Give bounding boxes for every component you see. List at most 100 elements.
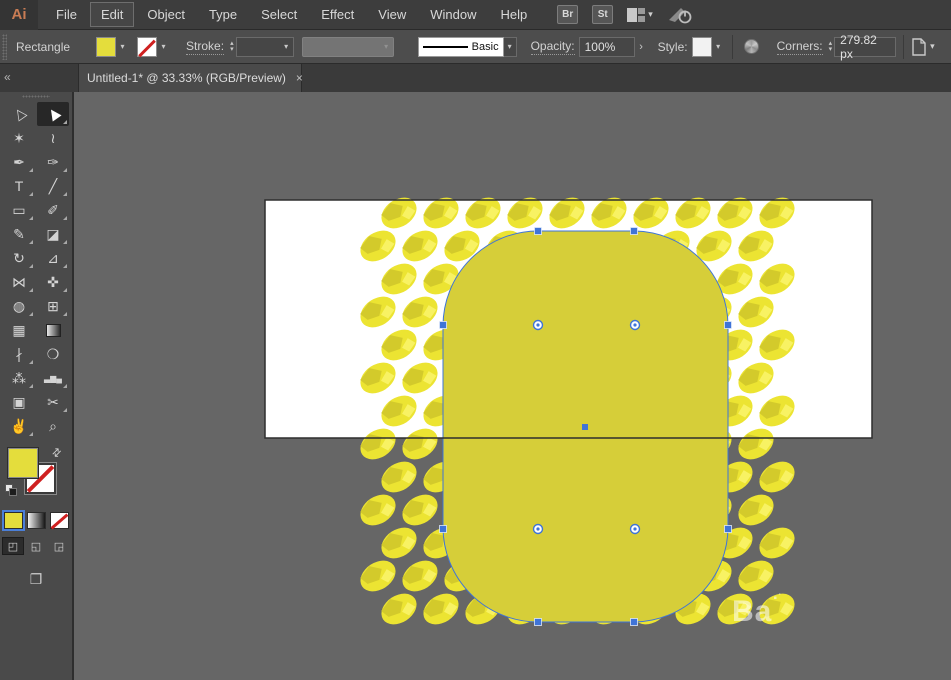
menu-select[interactable]: Select — [250, 2, 308, 27]
scale-tool[interactable]: ⊿ — [37, 246, 69, 270]
document-tab-bar: « Untitled-1* @ 33.33% (RGB/Preview) × — [0, 64, 951, 92]
hand-tool[interactable]: ✌ — [3, 414, 35, 438]
style-label: Style: — [657, 39, 688, 54]
mesh-tool[interactable]: ▦ — [3, 318, 35, 342]
curvature-tool[interactable]: ✑ — [37, 150, 69, 174]
draw-inside-mode[interactable]: ◲ — [48, 537, 70, 555]
slice-tool[interactable]: ✂ — [37, 390, 69, 414]
opacity-label[interactable]: Opacity: — [530, 39, 575, 55]
rotate-tool-icon: ↻ — [13, 249, 25, 266]
shape-builder-tool[interactable]: ◍ — [3, 294, 35, 318]
chevron-down-icon: ▾ — [284, 42, 289, 51]
close-icon[interactable]: × — [296, 71, 303, 85]
puppet-warp-tool[interactable]: ✜ — [37, 270, 69, 294]
pen-tool[interactable]: ✒ — [3, 150, 35, 174]
shaper-tool[interactable]: ✎ — [3, 222, 35, 246]
chevron-down-icon[interactable]: ▾ — [157, 37, 170, 57]
corners-stepper[interactable]: ▴ ▾ — [829, 40, 833, 53]
eraser-tool[interactable]: ◪ — [37, 222, 69, 246]
zoom-tool[interactable]: ⌕ — [37, 414, 69, 438]
document-title: Untitled-1* @ 33.33% (RGB/Preview) — [87, 71, 286, 85]
panel-grip[interactable] — [22, 95, 50, 98]
workspace-switcher[interactable]: ▾ — [627, 7, 653, 22]
workspace-icon — [627, 7, 646, 22]
draw-behind-mode[interactable]: ◱ — [25, 537, 47, 555]
gpu-performance-icon[interactable] — [667, 6, 693, 24]
menu-edit[interactable]: Edit — [89, 2, 135, 27]
fill-color-control[interactable]: ▾ — [96, 36, 129, 57]
panel-collapse-icon[interactable]: « — [4, 70, 11, 84]
document-icon — [911, 37, 927, 56]
direct-selection-tool[interactable]: ▶ — [37, 102, 69, 126]
type-tool[interactable]: T — [3, 174, 35, 198]
brush-preview[interactable]: Basic — [417, 36, 504, 57]
lasso-tool-icon: ≀ — [50, 129, 56, 146]
artboard-tool[interactable]: ▣ — [3, 390, 35, 414]
menu-type[interactable]: Type — [198, 2, 248, 27]
magic-wand-tool[interactable]: ✶ — [3, 126, 35, 150]
stroke-color-control[interactable]: ▾ — [137, 36, 170, 57]
selection-tool[interactable]: ▷ — [3, 102, 35, 126]
stroke-swatch-none[interactable] — [137, 36, 158, 57]
chevron-down-icon[interactable]: ▾ — [116, 37, 129, 57]
opacity-field[interactable]: 100% — [578, 36, 635, 57]
width-tool[interactable]: ⋈ — [3, 270, 35, 294]
stroke-weight-dropdown[interactable]: ▾ — [235, 36, 294, 57]
stroke-weight-stepper[interactable]: ▴ ▾ — [230, 40, 234, 53]
chevron-down-icon[interactable]: ▾ — [712, 37, 725, 57]
bridge-button[interactable]: Br — [557, 5, 579, 24]
color-button[interactable] — [1, 510, 25, 531]
type-tool-icon: T — [14, 178, 24, 194]
brush-definition-control[interactable]: Basic ▾ — [417, 36, 517, 57]
paintbrush-tool-icon: ✐ — [47, 201, 59, 218]
drawing-modes-row: ◰ ◱ ◲ — [0, 537, 72, 555]
stroke-weight-label[interactable]: Stroke: — [186, 39, 225, 55]
default-fill-stroke-icon[interactable] — [5, 484, 17, 496]
column-graph-tool[interactable]: ▃▆▄ — [37, 366, 69, 390]
menu-help[interactable]: Help — [489, 2, 538, 27]
tools-panel: ▷ ▶ ✶ ≀ ✒ ✑ T ╱ ▭ ✐ ✎ ◪ ↻ ⊿ ⋈ ✜ ◍ ⊞ ▦ ∤ ❍ ⁂ ▃▆▄ ▣ ✂ ✌ ⌕ ⇄ ◰ ◱ ◲ ❐ — [0, 92, 74, 680]
none-button[interactable] — [49, 512, 69, 529]
line-segment-tool[interactable]: ╱ — [37, 174, 69, 198]
chevron-right-icon[interactable]: › — [635, 37, 648, 57]
gradient-tool-icon — [45, 323, 61, 337]
canvas-area[interactable]: Ba ▪˙ — [74, 92, 951, 680]
graphic-style-swatch[interactable] — [691, 36, 712, 57]
panel-grip[interactable] — [2, 33, 7, 60]
slice-tool-icon: ✂ — [47, 393, 59, 410]
brush-stroke-sample — [422, 45, 468, 48]
fill-swatch[interactable] — [96, 36, 117, 57]
lasso-tool[interactable]: ≀ — [37, 126, 69, 150]
blend-tool[interactable]: ❍ — [37, 342, 69, 366]
rectangle-tool[interactable]: ▭ — [3, 198, 35, 222]
draw-normal-mode[interactable]: ◰ — [2, 537, 24, 555]
fill-proxy-swatch[interactable] — [7, 447, 39, 479]
magic-wand-tool-icon: ✶ — [13, 129, 25, 146]
perspective-grid-tool[interactable]: ⊞ — [37, 294, 69, 318]
paintbrush-tool[interactable]: ✐ — [37, 198, 69, 222]
menu-view[interactable]: View — [367, 2, 417, 27]
menu-file[interactable]: File — [45, 2, 88, 27]
corners-label[interactable]: Corners: — [776, 39, 823, 55]
symbol-sprayer-tool[interactable]: ⁂ — [3, 366, 35, 390]
blend-tool-icon: ❍ — [46, 345, 60, 362]
gradient-tool[interactable] — [37, 318, 69, 342]
pen-tool-icon: ✒ — [13, 153, 25, 170]
document-setup-control[interactable]: ▾ — [911, 37, 935, 56]
separator — [903, 34, 905, 59]
menu-effect[interactable]: Effect — [310, 2, 365, 27]
recolor-artwork-icon[interactable] — [743, 39, 759, 54]
swap-fill-stroke-icon[interactable]: ⇄ — [49, 445, 64, 460]
corners-field[interactable]: 279.82 px — [834, 33, 897, 61]
chevron-down-icon[interactable]: ▾ — [503, 36, 517, 57]
document-tab[interactable]: Untitled-1* @ 33.33% (RGB/Preview) × — [78, 64, 303, 92]
artwork[interactable] — [74, 92, 951, 680]
gradient-button[interactable] — [26, 512, 46, 529]
screen-mode-button[interactable]: ❐ — [23, 569, 49, 589]
menu-object[interactable]: Object — [136, 2, 196, 27]
eyedropper-tool[interactable]: ∤ — [3, 342, 35, 366]
stock-button[interactable]: St — [592, 5, 614, 24]
rotate-tool[interactable]: ↻ — [3, 246, 35, 270]
illustrator-logo: Ai — [0, 0, 38, 30]
menu-window[interactable]: Window — [419, 2, 487, 27]
